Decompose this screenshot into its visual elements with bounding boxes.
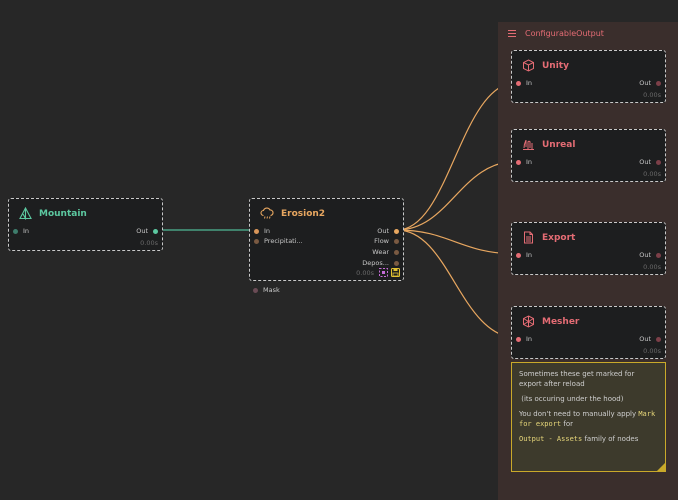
output-port-wear[interactable]: Wear [372,248,399,256]
port-dot[interactable] [516,336,521,342]
cube-icon [522,59,535,72]
output-port-out[interactable]: Out [639,79,661,87]
input-port-precipitation[interactable]: Precipitati... [254,237,303,245]
port-dot[interactable] [516,159,521,165]
port-label: In [264,227,271,235]
port-dot[interactable] [253,287,258,293]
mesher-node[interactable]: Mesher In Out 0.00s [511,306,666,359]
output-port-deposits[interactable]: Depos... [362,259,399,267]
port-dot[interactable] [656,159,661,165]
input-port-in[interactable]: In [516,335,532,343]
port-label: In [23,227,30,235]
output-port-flow[interactable]: Flow [374,237,399,245]
output-port-out[interactable]: Out [639,335,661,343]
port-label: Out [639,335,651,343]
note-text-part: family of nodes [582,435,639,443]
input-port-in[interactable]: In [516,79,532,87]
note-text: Sometimes these get marked for export af… [519,370,635,388]
save-icon[interactable] [391,268,400,279]
port-dot[interactable] [254,228,259,234]
port-dot[interactable] [394,228,399,234]
node-title: Mesher [542,316,580,327]
port-dot[interactable] [516,80,521,86]
note-text: (its occuring under the hood) [519,395,624,403]
node-title: Unity [542,60,569,71]
output-port-out[interactable]: Out [136,227,158,235]
port-label: In [526,158,533,166]
port-label: Wear [372,248,389,256]
output-port-out[interactable]: Out [377,227,399,235]
output-port-out[interactable]: Out [639,251,661,259]
port-label: Depos... [362,259,389,267]
input-port-in[interactable]: In [254,227,270,235]
port-dot[interactable] [394,238,399,244]
port-label: In [526,251,533,259]
port-label: In [526,335,533,343]
note-text: You don't need to manually apply Mark fo… [519,409,658,429]
cloud-rain-icon [260,207,274,220]
group-header: ConfigurableOutput [508,29,604,38]
node-title: Export [542,232,576,243]
port-label: Out [639,79,651,87]
comment-note[interactable]: Sometimes these get marked for export af… [511,362,666,472]
execution-time: 0.00s [643,170,661,178]
node-title: Erosion2 [281,208,326,219]
note-text-part: for [561,420,574,428]
execution-time: 0.00s [643,263,661,271]
note-code: Output - Assets [519,435,583,443]
port-label: Precipitati... [264,237,303,245]
input-port-in[interactable]: In [516,251,532,259]
execution-time: 0.00s [643,91,661,99]
port-label: Out [639,251,651,259]
port-dot[interactable] [394,249,399,255]
port-dot[interactable] [656,80,661,86]
erosion-node[interactable]: Erosion2 In Precipitati... Out Flow Wear… [249,198,404,281]
mountain-icon [19,207,32,220]
port-label: Out [639,158,651,166]
mountain-node[interactable]: Mountain In Out 0.00s [8,198,163,251]
output-port-out[interactable]: Out [639,158,661,166]
hexagon-mesh-icon [522,315,535,328]
note-text: Output - Assets family of nodes [519,434,658,444]
port-dot[interactable] [394,260,399,266]
node-title: Unreal [542,139,576,150]
resize-handle[interactable] [657,463,665,471]
execution-time: 0.00s [356,269,374,277]
export-node[interactable]: Export In Out 0.00s [511,222,666,275]
port-dot[interactable] [153,228,158,234]
port-dot[interactable] [656,336,661,342]
execution-time: 0.00s [643,347,661,355]
menu-icon[interactable] [508,30,516,37]
port-label: Flow [374,237,389,245]
node-title: Mountain [39,208,87,219]
execution-time: 0.00s [140,239,158,247]
port-label: In [526,79,533,87]
port-dot[interactable] [516,252,521,258]
port-label: Mask [263,286,280,294]
file-icon [522,231,535,244]
group-title: ConfigurableOutput [525,29,604,38]
graph-canvas[interactable]: ConfigurableOutput Mountain In Out 0.00s… [0,0,678,500]
port-label: Out [136,227,148,235]
port-dot[interactable] [254,238,259,244]
unity-node[interactable]: Unity In Out 0.00s [511,50,666,103]
port-dot[interactable] [13,228,18,234]
input-port-mask[interactable]: Mask [253,286,280,294]
input-port-in[interactable]: In [13,227,29,235]
note-text-part: You don't need to manually apply [519,410,639,418]
select-region-icon[interactable] [379,268,388,279]
port-label: Out [377,227,389,235]
unreal-logo-icon [522,138,535,151]
unreal-node[interactable]: Unreal In Out 0.00s [511,129,666,182]
input-port-in[interactable]: In [516,158,532,166]
port-dot[interactable] [656,252,661,258]
